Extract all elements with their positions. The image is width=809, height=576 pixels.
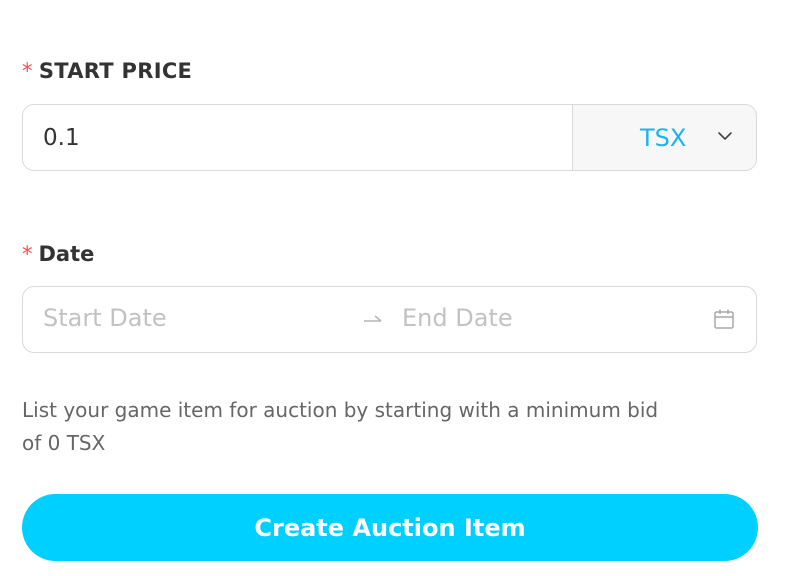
- arrow-right-icon: [364, 315, 382, 322]
- start-price-label-text: START PRICE: [38, 59, 193, 83]
- start-date-input[interactable]: Start Date: [43, 304, 167, 332]
- chevron-down-icon: [718, 132, 732, 140]
- currency-select[interactable]: TSX: [573, 105, 756, 170]
- date-label: * Date: [22, 242, 94, 266]
- date-label-text: Date: [38, 242, 95, 266]
- start-price-label: * START PRICE: [22, 59, 192, 83]
- required-asterisk: *: [22, 242, 33, 266]
- start-price-input[interactable]: 0.1: [23, 105, 573, 170]
- required-asterisk: *: [22, 59, 33, 83]
- start-price-group: 0.1 TSX: [22, 104, 757, 171]
- auction-helper-text: List your game item for auction by start…: [22, 398, 659, 455]
- start-price-value: 0.1: [43, 124, 80, 151]
- currency-value: TSX: [640, 123, 687, 152]
- create-auction-item-button[interactable]: Create Auction Item: [22, 494, 758, 561]
- end-date-input[interactable]: End Date: [402, 304, 513, 332]
- date-range-picker[interactable]: Start Date End Date: [22, 286, 757, 353]
- calendar-icon: [714, 309, 734, 329]
